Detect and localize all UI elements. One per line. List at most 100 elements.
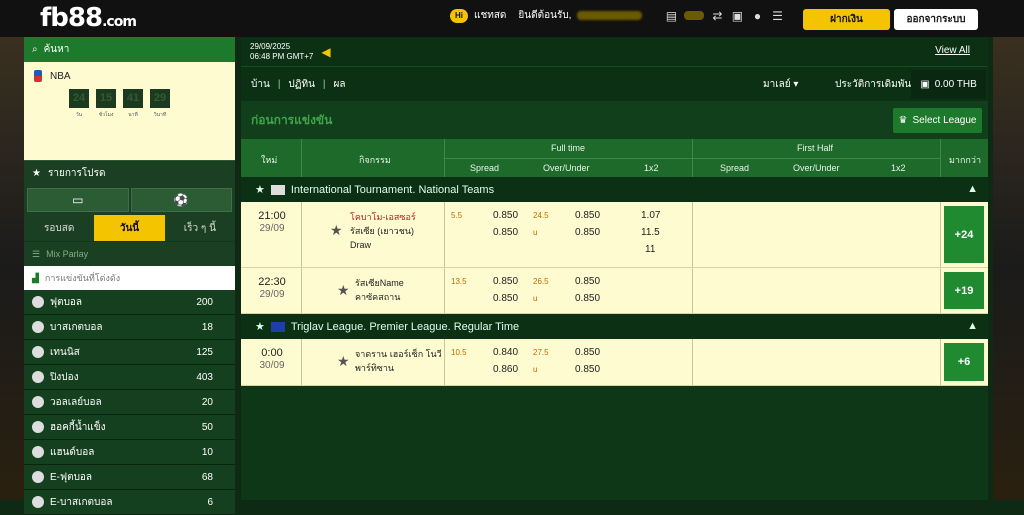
odds-type-select[interactable]: มาเลย์ ▾: [763, 77, 798, 92]
logout-button[interactable]: ออกจากระบบ: [894, 9, 978, 30]
odds-spread-away[interactable]: 0.860: [493, 364, 518, 375]
menu-home[interactable]: บ้าน: [251, 77, 270, 92]
select-league-button[interactable]: ♛ Select League: [893, 108, 982, 133]
ou-under-label: u: [533, 228, 538, 237]
star-icon[interactable]: ★: [255, 183, 265, 196]
odds-1x2-draw[interactable]: 11: [645, 244, 655, 255]
live-chat-link[interactable]: แชทสด: [474, 8, 506, 23]
transfer-icon[interactable]: ⇄: [710, 9, 724, 23]
odds-under[interactable]: 0.850: [575, 293, 600, 304]
sport-name: เทนนิส: [50, 346, 80, 358]
logo[interactable]: fb88.com: [40, 3, 137, 33]
odds-1x2-away[interactable]: 11.5: [641, 227, 660, 238]
more-markets-button[interactable]: +19: [944, 272, 984, 309]
odds-1x2-home[interactable]: 1.07: [641, 210, 660, 221]
mix-parlay[interactable]: ☰ Mix Parlay: [24, 242, 235, 266]
timer-caption: วัน: [75, 112, 83, 118]
odds-under[interactable]: 0.850: [575, 364, 600, 375]
popular-matches[interactable]: ▟ การแข่งขันที่โด่งดัง: [24, 266, 235, 290]
odds-spread-home[interactable]: 0.850: [493, 276, 518, 287]
sidebar-item-sport[interactable]: แฮนด์บอล 10: [24, 440, 235, 465]
timer-caption: นาที: [128, 112, 138, 118]
soccer-ball-icon[interactable]: ⚽: [130, 188, 232, 212]
match-date: 30/09: [259, 360, 285, 371]
chat-icon[interactable]: Hi: [450, 8, 468, 23]
ou-under-label: u: [533, 294, 538, 303]
view-all-link[interactable]: View All: [935, 45, 970, 56]
balance-box[interactable]: ▣ 0.00 THB: [911, 70, 986, 99]
ou-under-label: u: [533, 365, 538, 374]
featured-event-label: NBA: [50, 70, 71, 82]
events-list: ★ International Tournament. National Tea…: [241, 177, 988, 386]
news-icon[interactable]: ▭: [27, 188, 129, 212]
chevron-up-icon[interactable]: ▲: [967, 320, 978, 332]
odds-spread-away[interactable]: 0.850: [493, 227, 518, 238]
sidebar-item-sport[interactable]: ฟุตบอล 200: [24, 290, 235, 315]
announcement-icon[interactable]: ◀: [321, 45, 330, 59]
odds-spread-home[interactable]: 0.850: [493, 210, 518, 221]
balance-blurred: [684, 11, 705, 20]
more-markets-button[interactable]: +24: [944, 206, 984, 263]
tab-live[interactable]: รอบสด: [24, 215, 95, 241]
header-ou-fh: Over/Under: [793, 163, 840, 173]
sidebar-item-sport[interactable]: วอลเลย์บอล 20: [24, 390, 235, 415]
timer-seconds: 29: [150, 89, 170, 108]
league-name: International Tournament. National Teams: [290, 183, 495, 196]
deposit-button[interactable]: ฝากเงิน: [803, 9, 890, 30]
favorite-star-icon[interactable]: ★: [337, 282, 350, 299]
list-icon[interactable]: ☰: [770, 9, 784, 23]
wallet-icon: ▣: [920, 79, 930, 90]
odds-under[interactable]: 0.850: [575, 227, 600, 238]
featured-event[interactable]: NBA 24 วัน 15 ชั่วโมง 41 นาที 29 วินาที: [24, 62, 235, 160]
tab-today[interactable]: วันนี้: [94, 215, 165, 241]
chevron-up-icon[interactable]: ▲: [967, 183, 978, 195]
time-tabs: รอบสด วันนี้ เร็ว ๆ นี้: [24, 215, 235, 241]
search-label: ค้นหา: [43, 44, 70, 55]
draw-label: Draw: [350, 240, 372, 250]
star-icon[interactable]: ★: [255, 320, 265, 333]
menu-calendar[interactable]: ปฏิทิน: [288, 77, 315, 92]
favorites-header[interactable]: ★ รายการโปรด: [24, 160, 235, 185]
timer-caption: ชั่วโมง: [98, 112, 114, 118]
away-team: คาซัคสถาน: [355, 292, 401, 302]
sidebar-item-sport[interactable]: E-ฟุตบอล 68: [24, 465, 235, 490]
sidebar-item-sport[interactable]: บาสเกตบอล 18: [24, 315, 235, 340]
nba-logo-icon: [34, 70, 42, 82]
sport-name: E-ฟุตบอล: [50, 471, 93, 483]
sport-name: ฮอคกี้น้ำแข็ง: [50, 421, 106, 433]
odds-over[interactable]: 0.850: [575, 347, 600, 358]
tab-upcoming[interactable]: เร็ว ๆ นี้: [164, 215, 235, 241]
volleyball-icon: [32, 396, 44, 408]
match-date: 29/09: [259, 223, 285, 234]
league-header[interactable]: ★ International Tournament. National Tea…: [241, 177, 988, 202]
sport-count: 6: [207, 496, 213, 508]
league-header[interactable]: ★ Triglav League. Premier League. Regula…: [241, 314, 988, 339]
icehockey-icon: [32, 421, 44, 433]
odds-over[interactable]: 0.850: [575, 276, 600, 287]
sidebar-item-sport[interactable]: ปิงปอง 403: [24, 365, 235, 390]
search-bar[interactable]: ⌕ ค้นหา: [24, 37, 235, 62]
sidebar-item-sport[interactable]: ฮอคกี้น้ำแข็ง 50: [24, 415, 235, 440]
sidebar-item-sport[interactable]: เทนนิส 125: [24, 340, 235, 365]
header-more: มากกว่า: [949, 155, 981, 165]
user-icon[interactable]: ●: [750, 9, 764, 23]
tennis-icon: [32, 346, 44, 358]
favorite-star-icon[interactable]: ★: [330, 222, 343, 239]
sidebar-item-sport[interactable]: E-บาสเกตบอล 6: [24, 490, 235, 515]
wallet-icon[interactable]: ▤: [664, 9, 678, 23]
more-markets-button[interactable]: +6: [944, 343, 984, 381]
balance-value: 0.00 THB: [934, 79, 977, 90]
odds-spread-home[interactable]: 0.840: [493, 347, 518, 358]
odds-over[interactable]: 0.850: [575, 210, 600, 221]
section-title: ก่อนการแข่งขัน: [251, 112, 333, 127]
header-time: ใหม่: [261, 155, 278, 165]
odds-spread-away[interactable]: 0.850: [493, 293, 518, 304]
bet-history-link[interactable]: ประวัติการเดิมพัน: [835, 77, 911, 92]
promo-icon[interactable]: ▣: [730, 9, 744, 23]
favorite-star-icon[interactable]: ★: [337, 353, 350, 370]
match-time: 21:00: [258, 210, 286, 222]
pingpong-icon: [32, 371, 44, 383]
handicap-line: 13.5: [451, 277, 467, 286]
favorites-label: รายการโปรด: [47, 167, 106, 179]
menu-results[interactable]: ผล: [334, 77, 346, 92]
